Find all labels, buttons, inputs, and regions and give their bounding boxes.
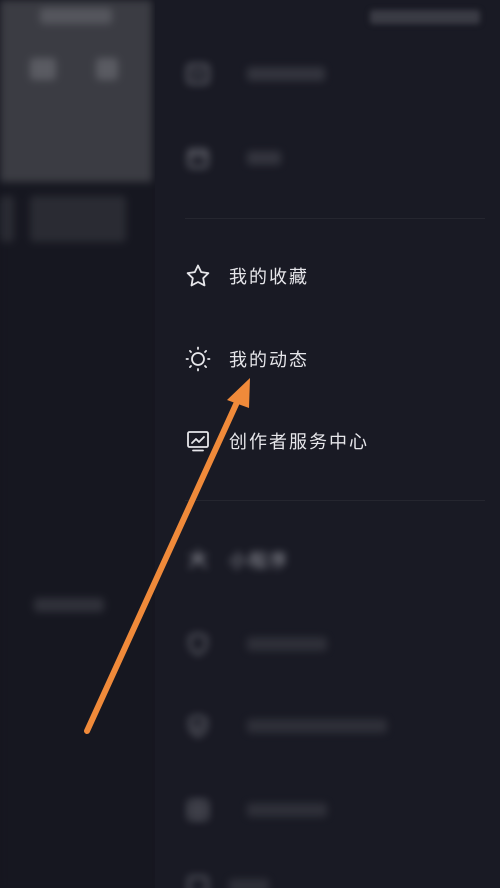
menu-label: 创作者服务中心: [229, 432, 369, 453]
blurred-label: [247, 637, 327, 651]
shield-check-icon: [185, 713, 211, 739]
background-header: [0, 0, 152, 182]
sun-icon: [185, 346, 211, 372]
blurred-label: [229, 879, 269, 888]
menu-item-7[interactable]: [185, 624, 327, 664]
menu-item-wallet[interactable]: [185, 138, 281, 178]
menu-divider: [185, 218, 485, 219]
menu-item-mini-program[interactable]: 小程序: [185, 540, 289, 580]
background-caption: [34, 598, 104, 612]
shield-icon: [185, 631, 211, 657]
blurred-label: [247, 803, 327, 817]
more-icon: [185, 873, 211, 888]
menu-item-10[interactable]: [185, 866, 269, 888]
star-icon: [185, 263, 211, 289]
menu-label: 我的动态: [229, 350, 309, 371]
status-bar-info: [370, 10, 480, 24]
background-icon: [96, 58, 118, 80]
menu-item-favorites[interactable]: 我的收藏: [185, 256, 309, 296]
blurred-label: [247, 67, 325, 81]
clock-icon: [185, 61, 211, 87]
background-status-chip: [40, 8, 112, 24]
menu-label: 小程序: [229, 551, 289, 572]
chart-monitor-icon: [185, 428, 211, 454]
background-tab: [0, 196, 14, 242]
menu-item-history[interactable]: [185, 54, 325, 94]
background-tab: [30, 196, 126, 242]
grid-icon: [185, 797, 211, 823]
background-page: [0, 0, 160, 888]
blurred-label: [247, 719, 387, 733]
menu-item-dynamics[interactable]: 我的动态: [185, 339, 309, 379]
blurred-label: [247, 151, 281, 165]
mini-program-icon: [185, 547, 211, 573]
menu-item-8[interactable]: [185, 706, 387, 746]
wallet-icon: [185, 145, 211, 171]
side-drawer: 我的收藏 我的动态 创作者服务中心 小程序: [155, 0, 500, 888]
background-icon: [30, 58, 56, 80]
menu-item-creator-center[interactable]: 创作者服务中心: [185, 421, 369, 461]
menu-item-9[interactable]: [185, 790, 327, 830]
menu-divider: [185, 500, 485, 501]
menu-label: 我的收藏: [229, 267, 309, 288]
